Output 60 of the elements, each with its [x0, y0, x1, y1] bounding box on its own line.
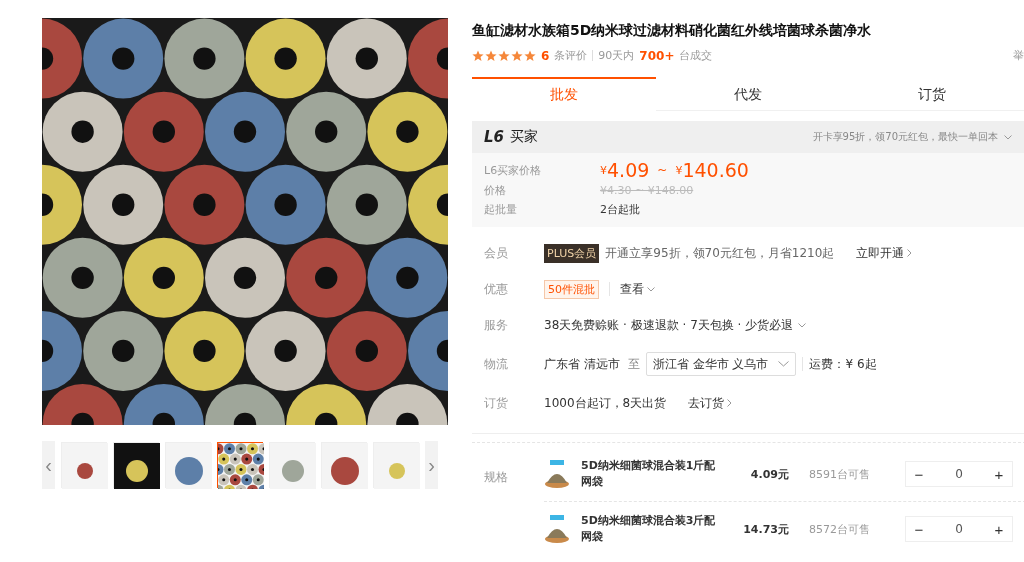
variant-name: 5D纳米细菌球混合装3斤配网袋	[581, 513, 717, 545]
price-high: 140.60	[682, 159, 749, 181]
row-label: 规格	[484, 469, 509, 486]
review-label: 条评价	[554, 48, 588, 63]
chevron-down-icon	[1004, 134, 1012, 140]
order-text: 1000台起订，8天出货	[544, 394, 667, 412]
shipping-fee: 运费：¥ 6起	[809, 355, 877, 373]
thumbnail[interactable]	[217, 442, 263, 488]
row-label: 服务	[484, 316, 509, 334]
to-word: 至	[627, 355, 640, 373]
stock-count: 8572台可售	[809, 521, 871, 537]
discount-tag: 50件混批	[544, 279, 599, 299]
stock-count: 8591台可售	[809, 466, 871, 482]
row-label: 订货	[484, 394, 509, 412]
service-text: 38天免费赊账 · 极速退款 · 7天包换 · 少货必退	[544, 316, 794, 334]
chevron-right-icon	[907, 249, 913, 257]
row-label: 会员	[484, 244, 509, 262]
thumbnail[interactable]	[113, 442, 159, 488]
currency-sign: ¥	[675, 163, 683, 177]
price-low: 4.09	[607, 159, 650, 181]
product-thumbnail	[544, 514, 570, 544]
variant-price: 4.09元	[749, 466, 789, 482]
thumbnail[interactable]	[269, 442, 315, 488]
sales-period: 90天内	[598, 48, 635, 63]
chevron-down-icon	[647, 286, 655, 292]
price-label: 起批量	[484, 202, 518, 217]
quantity-stepper[interactable]: − 0 +	[905, 461, 1013, 487]
min-order: 2台起批	[600, 202, 640, 217]
original-price: ¥4.30 ~ ¥148.00	[600, 184, 694, 197]
currency-sign: ¥	[600, 163, 607, 177]
chevron-right-icon	[727, 399, 733, 407]
activate-link[interactable]: 立即开通	[856, 244, 913, 262]
plus-badge: PLUS会员	[544, 243, 600, 263]
level-name: 买家	[510, 128, 538, 146]
price-label: 价格	[484, 183, 507, 198]
thumbnail[interactable]	[321, 442, 367, 488]
quantity-stepper[interactable]: − 0 +	[905, 516, 1013, 542]
chevron-down-icon	[778, 361, 790, 367]
product-thumbnail	[544, 459, 570, 489]
range-tilde: ~	[657, 163, 668, 177]
quantity-value: 0	[954, 467, 964, 481]
order-link[interactable]: 去订货	[688, 394, 733, 412]
destination-select[interactable]: 浙江省 金华市 义乌市	[645, 352, 797, 376]
level-label: L6	[484, 128, 504, 146]
row-label: 优惠	[484, 280, 509, 298]
variant-name: 5D纳米细菌球混合装1斤配网袋	[581, 458, 717, 490]
row-label: 物流	[484, 355, 509, 373]
sales-count: 700+	[639, 48, 675, 63]
thumbnail[interactable]	[373, 442, 419, 488]
chevron-down-icon	[798, 322, 807, 328]
price-label: L6买家价格	[484, 162, 543, 178]
product-title: 鱼缸滤材水族箱5D纳米球过滤材料硝化菌红外线培菌球杀菌净水	[472, 22, 873, 40]
member-text: 开通立享95折，领70元红包，月省1210起	[605, 244, 835, 262]
thumbnail[interactable]	[165, 442, 211, 488]
thumbnail[interactable]	[61, 442, 107, 488]
variant-price: 14.73元	[742, 521, 789, 537]
sales-label: 台成交	[679, 48, 713, 63]
view-dropdown[interactable]: 查看	[620, 280, 655, 298]
quantity-value: 0	[954, 522, 964, 536]
origin-location: 广东省 清远市	[544, 355, 620, 373]
